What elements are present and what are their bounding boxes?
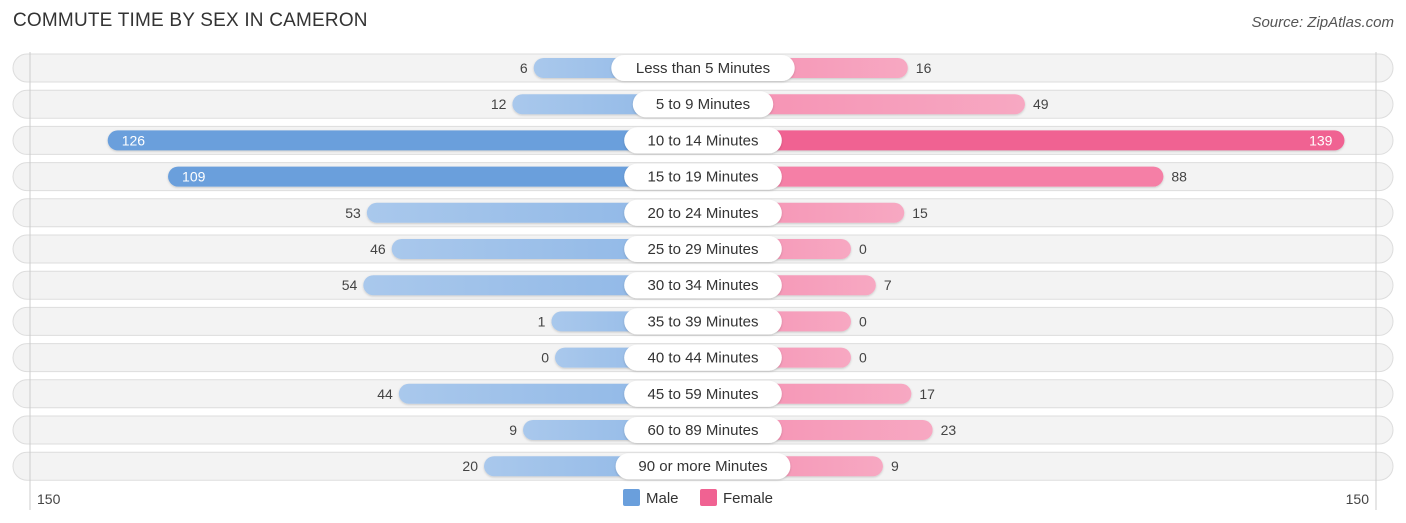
category-label: 25 to 29 Minutes <box>648 241 759 258</box>
chart-row: 15 to 19 Minutes 109 88 <box>12 162 1394 192</box>
category-label: 90 or more Minutes <box>638 458 767 475</box>
category-label: 45 to 59 Minutes <box>648 386 759 403</box>
category-label: 30 to 34 Minutes <box>648 277 759 294</box>
bar-male <box>168 166 704 187</box>
value-label-male: 6 <box>520 60 528 76</box>
legend-swatch-female <box>700 489 717 506</box>
value-label-male: 20 <box>462 458 478 474</box>
bar-female <box>703 130 1345 151</box>
category-label: 40 to 44 Minutes <box>648 350 759 367</box>
chart-row: 10 to 14 Minutes 126 139 <box>12 125 1394 155</box>
legend: Male Female <box>623 489 773 507</box>
value-label-female: 23 <box>941 422 957 438</box>
bar-male <box>107 130 703 151</box>
legend-label-male: Male <box>646 490 679 507</box>
value-label-male: 53 <box>345 205 361 221</box>
chart-row: 40 to 44 Minutes 0 0 <box>12 343 1394 373</box>
chart-canvas: Less than 5 Minutes 6 16 5 to 9 Minutes 12 49… <box>12 52 1394 510</box>
value-label-female: 0 <box>859 313 867 329</box>
value-label-male: 54 <box>342 277 358 293</box>
value-label-female: 17 <box>919 386 935 402</box>
category-label: Less than 5 Minutes <box>636 60 770 77</box>
category-label: 10 to 14 Minutes <box>648 132 759 149</box>
value-label-male: 9 <box>509 422 517 438</box>
chart-row: 20 to 24 Minutes 53 15 <box>12 198 1394 228</box>
value-label-male: 46 <box>370 241 386 257</box>
legend-label-female: Female <box>723 490 773 507</box>
value-label-female: 16 <box>916 60 932 76</box>
chart-row: 35 to 39 Minutes 1 0 <box>12 306 1394 336</box>
value-label-female: 9 <box>891 458 899 474</box>
value-label-female: 0 <box>859 241 867 257</box>
axis-tick-right: 150 <box>1346 491 1370 507</box>
value-label-female: 49 <box>1033 96 1049 112</box>
category-label: 35 to 39 Minutes <box>648 313 759 330</box>
axis-tick-left: 150 <box>37 491 61 507</box>
chart-row: 25 to 29 Minutes 46 0 <box>12 234 1394 264</box>
category-label: 5 to 9 Minutes <box>656 96 750 113</box>
legend-swatch-male <box>623 489 640 506</box>
value-label-female: 15 <box>912 205 928 221</box>
value-label-male: 12 <box>491 96 507 112</box>
category-label: 15 to 19 Minutes <box>648 169 759 186</box>
value-label-female: 88 <box>1171 169 1187 185</box>
value-label-male: 0 <box>541 350 549 366</box>
chart-row: Less than 5 Minutes 6 16 <box>12 53 1394 83</box>
value-label-female: 0 <box>859 350 867 366</box>
value-label-male: 44 <box>377 386 393 402</box>
chart-row: 60 to 89 Minutes 9 23 <box>12 415 1394 445</box>
chart-row: 30 to 34 Minutes 54 7 <box>12 270 1394 300</box>
value-label-female: 139 <box>1309 132 1333 148</box>
value-label-male: 126 <box>122 132 146 148</box>
chart-row: 90 or more Minutes 20 9 <box>12 451 1394 481</box>
value-label-male: 109 <box>182 169 206 185</box>
category-label: 20 to 24 Minutes <box>648 205 759 222</box>
category-label: 60 to 89 Minutes <box>648 422 759 439</box>
chart-row: 5 to 9 Minutes 12 49 <box>12 89 1394 119</box>
value-label-female: 7 <box>884 277 892 293</box>
chart-row: 45 to 59 Minutes 44 17 <box>12 379 1394 409</box>
value-label-male: 1 <box>538 313 546 329</box>
